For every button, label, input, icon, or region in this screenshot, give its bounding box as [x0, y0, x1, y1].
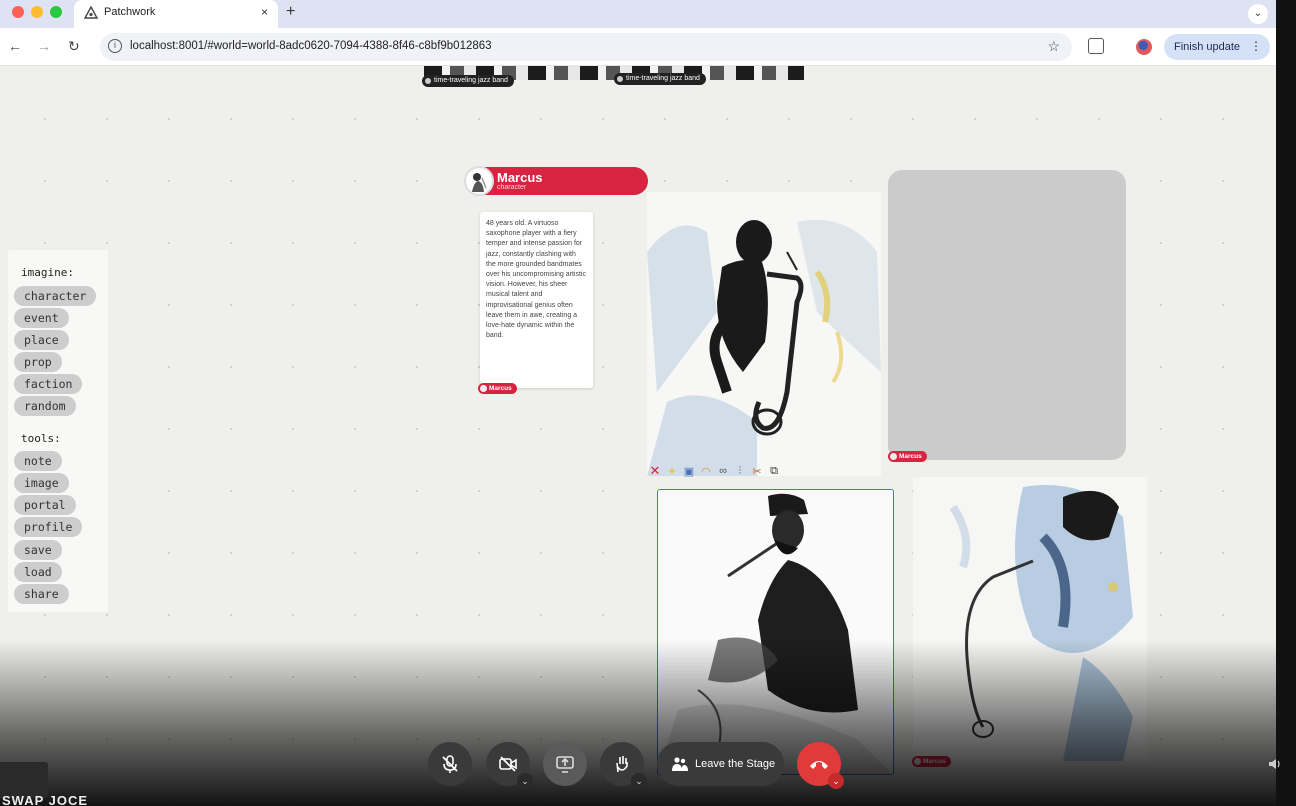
imagine-event-button[interactable]: event [14, 308, 69, 328]
tab-bar: Patchwork × + ⌄ [0, 0, 1276, 28]
shuffle-icon[interactable]: ✂ [750, 465, 764, 478]
tool-profile-button[interactable]: profile [14, 517, 83, 537]
imagine-random-button[interactable]: random [14, 396, 76, 416]
reactions-chevron-icon[interactable]: ⌄ [631, 773, 647, 789]
imagine-place-button[interactable]: place [14, 330, 69, 350]
character-description-note[interactable]: 48 years old. A virtuoso saxophone playe… [480, 212, 593, 388]
camera-off-icon [499, 756, 517, 772]
image-card-saxophonist[interactable] [647, 192, 881, 476]
reload-icon[interactable]: ↻ [68, 38, 80, 55]
browser-toolbar: ← → ↻ i localhost:8001/#world=world-8adc… [0, 28, 1276, 66]
delete-icon[interactable]: ✕ [648, 463, 662, 479]
url-text[interactable]: localhost:8001/#world=world-8adc0620-709… [130, 40, 492, 52]
new-tab-icon[interactable]: + [286, 3, 295, 21]
tool-note-button[interactable]: note [14, 451, 62, 471]
forward-icon[interactable]: → [37, 38, 51, 54]
saxophonist-blue-illustration [913, 477, 1147, 761]
screen-share-icon [556, 756, 574, 773]
top-tag-2[interactable]: time-traveling jazz band [614, 73, 706, 85]
character-type: character [497, 184, 527, 191]
lightbulb-icon[interactable]: ✦ [665, 465, 679, 478]
screen: Patchwork × + ⌄ ← → ↻ i localhost:8001/#… [0, 0, 1296, 806]
camera-toggle-button[interactable]: ⌄ [486, 742, 533, 789]
tool-load-button[interactable]: load [14, 562, 62, 582]
image-action-toolbar: ✕ ✦ ▣ ◠ ∞ ⫶ ✂ ⧉ [648, 462, 781, 480]
image-card-saxophonist-blue[interactable] [913, 477, 1147, 761]
hand-icon [616, 756, 628, 773]
character-name: Marcus [497, 170, 543, 185]
tool-portal-button[interactable]: portal [14, 495, 76, 515]
image-card-flutist-selected[interactable] [657, 489, 894, 775]
imagine-prop-button[interactable]: prop [14, 352, 62, 372]
saxophonist-illustration [647, 192, 881, 476]
world-canvas[interactable]: time-traveling jazz band time-traveling … [0, 66, 1276, 806]
close-window-button[interactable] [12, 6, 24, 18]
image-author-tag[interactable]: Marcus [912, 756, 951, 767]
rainbow-icon[interactable]: ◠ [699, 465, 713, 478]
tool-share-button[interactable]: share [14, 584, 69, 604]
mic-off-icon [442, 755, 458, 773]
bookmark-star-icon[interactable]: ☆ [1047, 38, 1060, 55]
extensions-icon[interactable] [1088, 38, 1104, 54]
flutist-illustration [658, 490, 892, 774]
imagine-character-button[interactable]: character [14, 286, 97, 306]
tool-image-button[interactable]: image [14, 473, 69, 493]
tool-save-button[interactable]: save [14, 540, 62, 560]
browser-window: Patchwork × + ⌄ ← → ↻ i localhost:8001/#… [0, 0, 1276, 806]
tools-panel: imagine: character event place prop fact… [8, 250, 108, 612]
hang-up-button[interactable]: ⌄ [797, 742, 844, 789]
tab-patchwork[interactable]: Patchwork × [74, 0, 278, 28]
mute-mic-button[interactable] [428, 742, 472, 786]
frame-icon[interactable]: ▣ [682, 465, 696, 478]
hang-up-options-chevron-icon[interactable]: ⌄ [828, 773, 844, 789]
finish-update-label: Finish update [1174, 41, 1241, 53]
character-description: 48 years old. A virtuoso saxophone playe… [486, 220, 586, 340]
minimize-window-button[interactable] [31, 6, 43, 18]
placeholder-author-tag[interactable]: Marcus [888, 451, 927, 462]
raise-hand-button[interactable]: ⌄ [600, 742, 647, 789]
imagine-heading: imagine: [21, 266, 74, 279]
note-author-tag[interactable]: Marcus [478, 383, 517, 394]
site-info-icon[interactable]: i [108, 39, 122, 53]
saxophonist-avatar-icon [472, 173, 487, 192]
finish-update-button[interactable]: Finish update ⋮ [1164, 34, 1270, 60]
leave-stage-label: Leave the Stage [695, 758, 776, 770]
screen-edge-strip [1276, 0, 1296, 806]
patchwork-logo-icon [84, 6, 98, 19]
imagine-faction-button[interactable]: faction [14, 374, 83, 394]
tab-close-icon[interactable]: × [261, 5, 268, 19]
back-icon[interactable]: ← [8, 38, 22, 54]
zoom-window-button[interactable] [50, 6, 62, 18]
link-icon[interactable]: ∞ [716, 465, 730, 477]
people-icon [672, 757, 688, 771]
top-tag-1[interactable]: time-traveling jazz band [422, 75, 514, 87]
profile-avatar-icon[interactable] [1136, 39, 1152, 55]
tools-heading: tools: [21, 432, 61, 445]
tab-title: Patchwork [104, 6, 156, 18]
duplicate-icon[interactable]: ⧉ [767, 465, 781, 478]
speaker-icon[interactable] [1268, 757, 1282, 771]
character-card-header[interactable]: Marcus character [464, 166, 648, 196]
participant-caption: SWAP JOCE [2, 793, 89, 806]
leave-stage-button[interactable]: Leave the Stage [657, 742, 784, 786]
address-bar[interactable]: i localhost:8001/#world=world-8adc0620-7… [100, 33, 1072, 61]
sliders-icon[interactable]: ⫶ [733, 465, 747, 478]
camera-options-chevron-icon[interactable]: ⌄ [517, 773, 533, 789]
tab-search-icon[interactable]: ⌄ [1248, 4, 1268, 24]
image-loading-placeholder[interactable] [888, 170, 1126, 460]
character-avatar[interactable] [464, 166, 494, 196]
hang-up-phone-icon [810, 761, 828, 769]
browser-menu-icon[interactable]: ⋮ [1250, 39, 1262, 53]
share-screen-button[interactable] [543, 742, 587, 786]
